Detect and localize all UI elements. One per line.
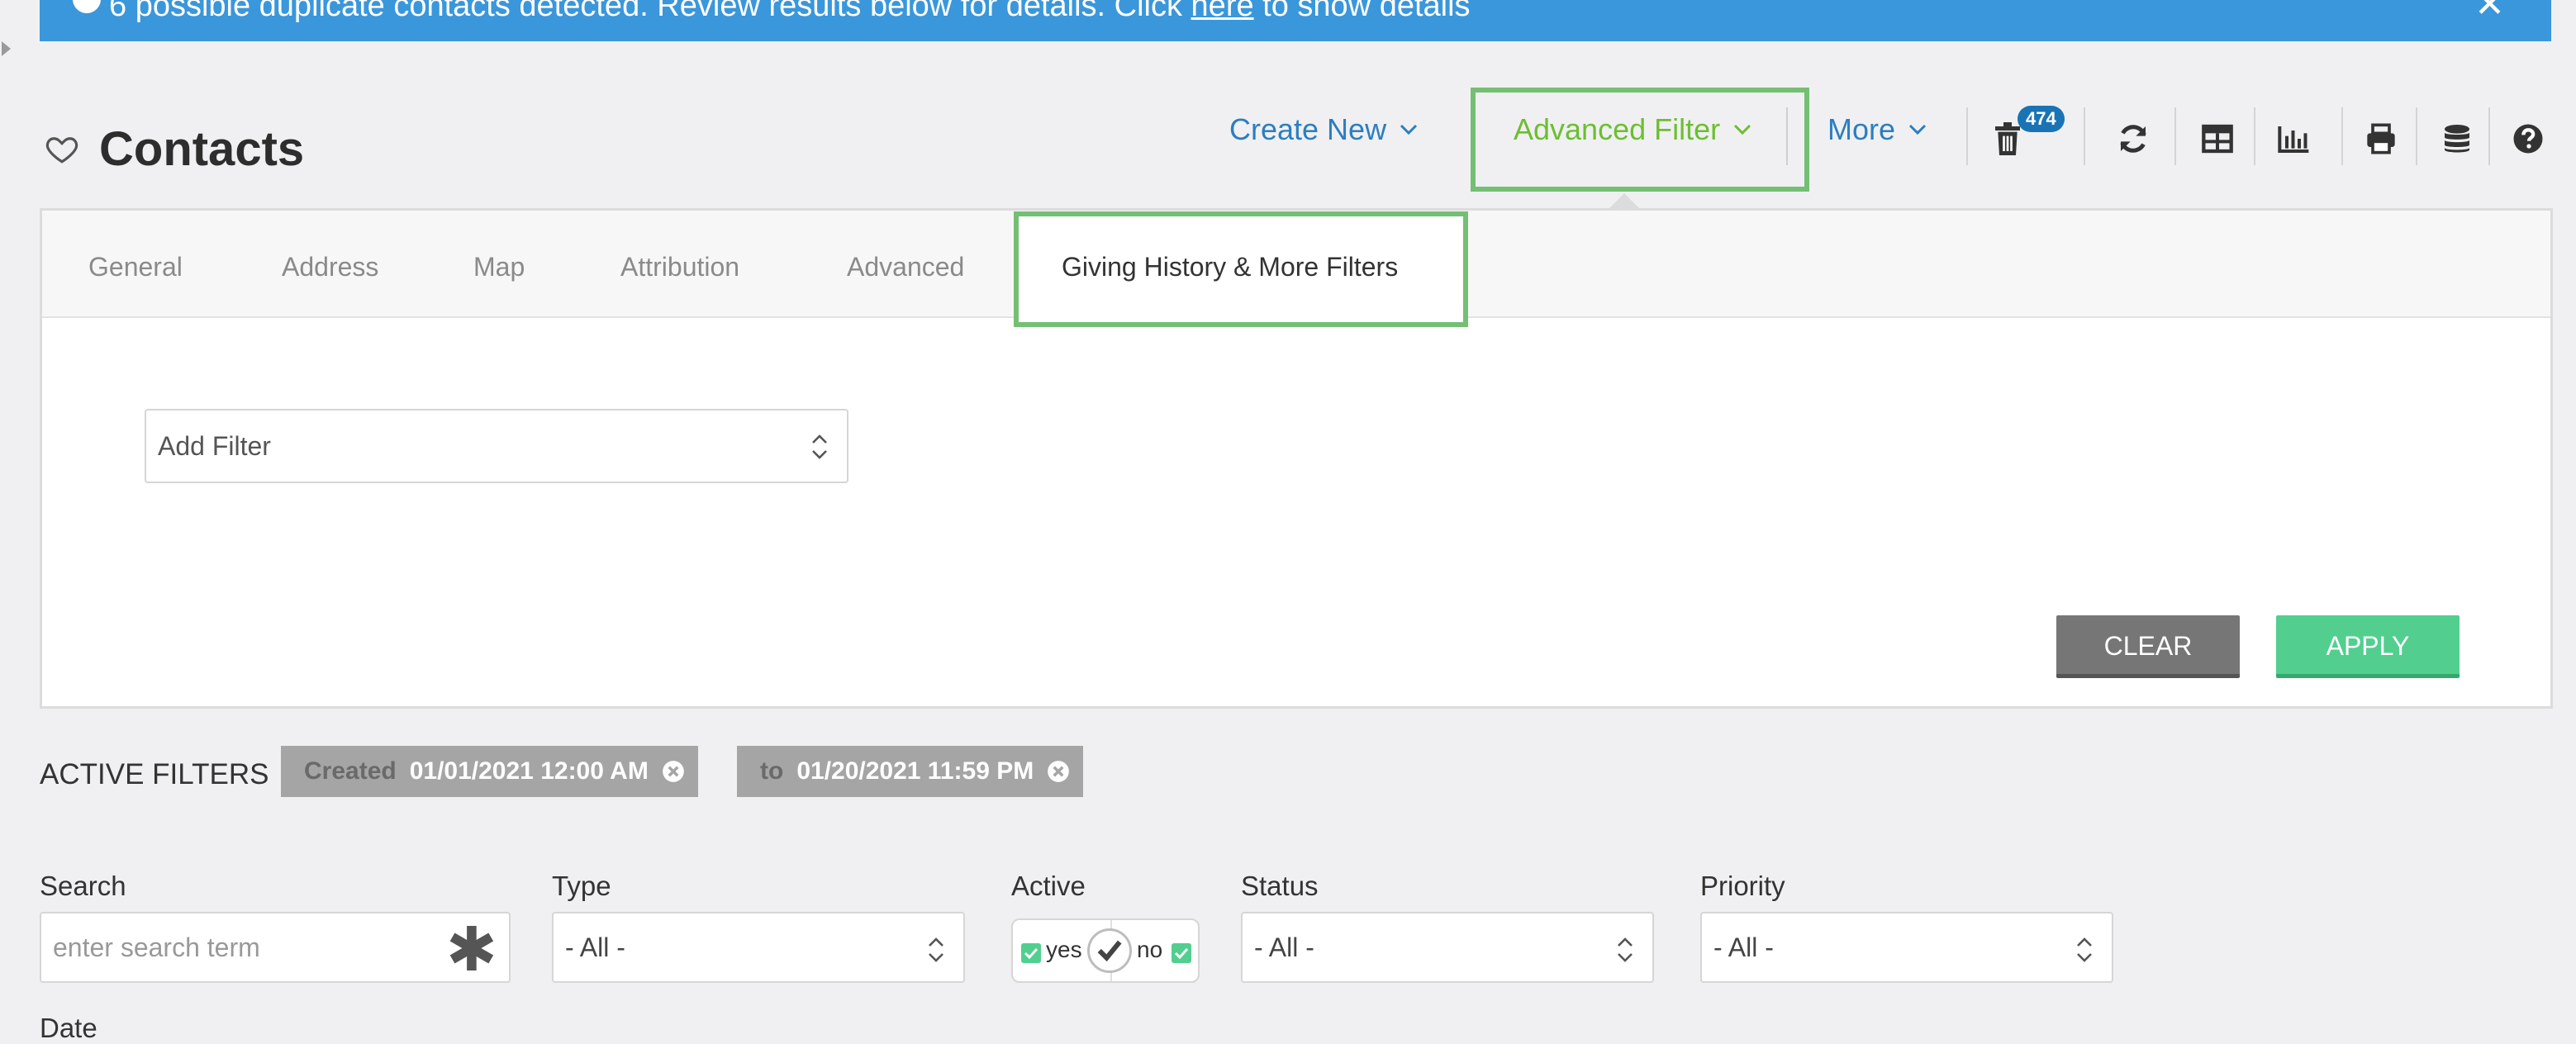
select-arrows-icon	[2077, 937, 2092, 962]
print-icon[interactable]	[2365, 121, 2398, 157]
more-dropdown[interactable]: More	[1827, 112, 1927, 147]
status-select[interactable]: - All -	[1241, 912, 1654, 983]
banner-text-after: to show details	[1262, 0, 1471, 23]
chevron-down-icon	[1908, 124, 1927, 135]
chip-key: to	[760, 757, 784, 785]
banner-here-link[interactable]: here	[1191, 0, 1254, 23]
toolbar-divider	[1786, 107, 1788, 165]
filter-tabs-bar: General Address Map Attribution Advanced…	[42, 211, 2550, 327]
search-label: Search	[40, 871, 126, 901]
table-icon[interactable]	[2201, 121, 2234, 157]
toggle-knob[interactable]	[1087, 928, 1132, 973]
create-new-label: Create New	[1229, 112, 1387, 146]
advanced-filter-label: Advanced Filter	[1514, 112, 1721, 146]
page-header: Contacts	[45, 116, 304, 182]
toolbar-divider	[2416, 107, 2417, 165]
active-filter-chip: to 01/20/2021 11:59 PM	[737, 746, 1084, 797]
active-label: Active	[1011, 871, 1086, 901]
trash-count-badge: 474	[2018, 106, 2065, 132]
select-arrows-icon	[1618, 937, 1633, 962]
database-icon[interactable]	[2441, 121, 2474, 157]
date-label: Date	[40, 1013, 97, 1043]
add-filter-select[interactable]: Add Filter	[145, 409, 848, 483]
search-placeholder: enter search term	[53, 932, 260, 962]
tab-attribution[interactable]: Attribution	[620, 252, 739, 282]
tab-address[interactable]: Address	[282, 252, 378, 282]
sidebar-toggle-arrow-icon[interactable]	[2, 41, 11, 56]
chip-value: 01/20/2021 11:59 PM	[796, 757, 1034, 785]
favorite-heart-icon[interactable]	[45, 131, 79, 166]
advanced-filter-panel: General Address Map Attribution Advanced…	[40, 208, 2553, 709]
active-filter-chip: Created 01/01/2021 12:00 AM	[281, 746, 698, 797]
tab-map[interactable]: Map	[473, 252, 525, 282]
banner-text-before: 6 possible duplicate contacts detected. …	[109, 0, 1182, 23]
toolbar-divider	[2084, 107, 2085, 165]
active-yes-label: yes	[1046, 937, 1082, 962]
toolbar-divider	[2254, 107, 2255, 165]
chevron-down-icon	[1400, 124, 1418, 135]
check-icon	[1097, 940, 1122, 962]
duplicate-notice-banner: 6 possible duplicate contacts detected. …	[40, 0, 2551, 41]
remove-filter-icon[interactable]	[1047, 760, 1070, 783]
type-select[interactable]: - All -	[552, 912, 965, 983]
priority-value: - All -	[1713, 932, 1774, 962]
tab-general[interactable]: General	[88, 252, 183, 282]
no-checkbox-icon[interactable]	[1172, 943, 1191, 963]
create-new-dropdown[interactable]: Create New	[1229, 112, 1418, 147]
info-icon	[73, 0, 101, 13]
active-no-label: no	[1137, 937, 1163, 962]
banner-message: 6 possible duplicate contacts detected. …	[109, 0, 1471, 24]
toolbar-divider	[2341, 107, 2343, 165]
chip-key: Created	[304, 757, 397, 785]
asterisk-icon: ✱	[445, 915, 497, 984]
tab-giving-history[interactable]: Giving History & More Filters	[1062, 252, 1398, 282]
active-toggle[interactable]: yes no	[1011, 918, 1200, 983]
refresh-icon[interactable]	[2117, 121, 2150, 157]
chevron-down-icon	[1734, 124, 1751, 135]
select-arrows-icon	[929, 937, 943, 962]
status-value: - All -	[1254, 932, 1314, 962]
dropdown-pointer	[1608, 193, 1641, 210]
type-label: Type	[552, 871, 611, 901]
clear-button[interactable]: CLEAR	[2056, 615, 2240, 678]
chip-value: 01/01/2021 12:00 AM	[409, 757, 649, 785]
toolbar-divider	[2488, 107, 2490, 165]
advanced-filter-dropdown[interactable]: Advanced Filter	[1514, 112, 1751, 147]
page-title: Contacts	[99, 121, 305, 176]
apply-button[interactable]: APPLY	[2276, 615, 2460, 678]
select-arrows-icon	[812, 434, 827, 459]
status-label: Status	[1241, 871, 1319, 901]
priority-select[interactable]: - All -	[1700, 912, 2113, 983]
help-icon[interactable]	[2512, 121, 2545, 157]
yes-checkbox-icon[interactable]	[1021, 943, 1041, 963]
priority-label: Priority	[1700, 871, 1785, 901]
remove-filter-icon[interactable]	[662, 760, 685, 783]
active-filters-label: ACTIVE FILTERS	[40, 758, 269, 790]
add-filter-placeholder: Add Filter	[158, 431, 271, 461]
tab-advanced[interactable]: Advanced	[847, 252, 964, 282]
more-label: More	[1827, 112, 1896, 146]
bar-chart-icon[interactable]	[2277, 121, 2310, 157]
toolbar-divider	[2174, 107, 2176, 165]
search-input[interactable]: enter search term ✱	[40, 912, 511, 983]
toolbar-divider	[1966, 107, 1968, 165]
type-value: - All -	[565, 932, 625, 962]
close-banner-icon[interactable]: ✕	[2474, 0, 2505, 26]
